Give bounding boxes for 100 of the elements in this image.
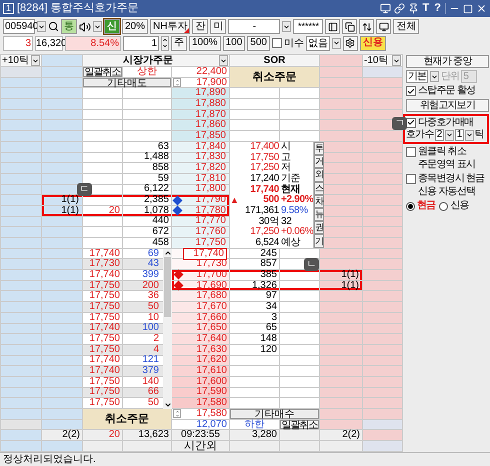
balance-button[interactable]: 잔 [192, 19, 208, 34]
ask-price[interactable]: 17,760 [195, 227, 226, 238]
settings-icon[interactable] [342, 36, 358, 50]
ask-price[interactable]: 17,780 [195, 206, 226, 216]
checkbox[interactable] [406, 118, 416, 128]
ask-price[interactable]: 17,890 [195, 88, 226, 98]
grid-cell [42, 312, 83, 324]
info-tab[interactable]: 권 [314, 221, 324, 234]
window-icon[interactable] [376, 19, 392, 34]
cancel-order-button[interactable]: 취소주문 [230, 67, 319, 88]
copy-icon[interactable] [342, 19, 358, 34]
risk-notice-button[interactable]: 위험고지보기 [406, 99, 489, 112]
bid-price[interactable]: 17,600 [196, 376, 227, 387]
bid-price[interactable]: 17,680 [196, 291, 227, 302]
scroll-down-icon[interactable] [164, 401, 172, 409]
bid-price[interactable]: 17,620 [196, 355, 227, 366]
cancel-order-button[interactable]: 취소주문 [83, 409, 171, 430]
pin-icon[interactable] [408, 3, 419, 14]
stock-toggle[interactable]: 통 [61, 19, 77, 34]
title-button[interactable]: T [422, 3, 430, 14]
checkbox[interactable] [272, 38, 282, 48]
bid-price[interactable]: 17,650 [196, 323, 227, 334]
scroll-up-icon[interactable] [164, 248, 172, 257]
ask-price[interactable]: 17,770 [195, 216, 226, 226]
bid-price[interactable]: 17,630 [196, 344, 227, 355]
info-tab[interactable]: 스 [314, 182, 324, 195]
sort-icon[interactable] [359, 19, 374, 34]
payment-radio[interactable]: 현금 [406, 201, 436, 211]
quantity-field[interactable]: 1 [123, 36, 159, 50]
quantity-preset-button[interactable]: 500 [247, 36, 270, 50]
grid-cell [363, 356, 403, 366]
ask-price[interactable]: 17,810 [195, 174, 226, 184]
bid-price[interactable]: 17,730 [196, 259, 227, 270]
checkbox[interactable] [406, 86, 416, 96]
close-icon[interactable] [476, 3, 487, 14]
cancel-all-button[interactable]: 일괄취소 [280, 420, 319, 430]
bid-price[interactable]: 17,660 [196, 312, 227, 323]
quote-count-select[interactable]: 2 [434, 129, 444, 141]
broker-button[interactable]: NH투자 [150, 19, 190, 34]
screen-icon[interactable] [380, 3, 391, 14]
tick-count-select[interactable]: 1 [454, 129, 464, 141]
ask-price[interactable]: 17,860 [195, 120, 226, 130]
ask-price[interactable]: 17,830 [195, 152, 226, 162]
info-tab[interactable]: 기 [314, 234, 324, 248]
stock-code-field[interactable]: 005940 [3, 19, 35, 34]
grid-cell [83, 152, 123, 164]
ask-price[interactable]: 17,820 [195, 163, 226, 174]
bid-price[interactable]: 17,610 [196, 366, 227, 376]
checkbox[interactable] [406, 147, 416, 157]
ask-price[interactable]: 17,790 [195, 195, 226, 206]
ask-price[interactable]: 17,840 [195, 142, 226, 152]
credit-toggle[interactable]: 신 [104, 19, 120, 34]
bid-price[interactable]: 17,670 [196, 302, 227, 312]
info-tab[interactable]: 차 [314, 194, 324, 208]
ask-price[interactable]: 17,800 [195, 184, 226, 194]
bid-price[interactable]: 17,590 [196, 387, 227, 398]
other-sell-button[interactable]: 기타매도 [83, 78, 171, 88]
price-input[interactable]: 17,580 [196, 408, 227, 419]
bid-price[interactable]: 17,640 [196, 334, 227, 344]
ask-price[interactable]: 17,870 [195, 110, 226, 120]
cancel-all-button[interactable]: 일괄취소 [83, 67, 122, 77]
bid-price[interactable]: 17,740 [183, 248, 227, 260]
condition-select[interactable]: 없음 [306, 36, 330, 50]
speaker-icon[interactable] [79, 20, 91, 32]
unit-button[interactable]: 주 [171, 36, 187, 50]
spinner-icon[interactable] [161, 36, 169, 50]
grid-cell [230, 356, 280, 366]
title-button[interactable]: ? [433, 3, 442, 14]
bid-price[interactable]: 17,700 [196, 270, 227, 280]
mode-select[interactable]: 기본 [406, 70, 428, 83]
account-select[interactable]: - [228, 19, 280, 34]
layout-icon[interactable] [325, 19, 340, 34]
link-icon[interactable] [394, 3, 405, 14]
password-field[interactable]: ****** [293, 19, 324, 34]
bid-price[interactable]: 17,690 [196, 280, 227, 291]
info-tab[interactable]: 외 [314, 168, 324, 182]
info-tab[interactable]: 거 [314, 155, 324, 168]
ask-price[interactable]: 17,880 [195, 98, 226, 109]
ask-price[interactable]: 17,750 [195, 238, 226, 248]
info-tab[interactable]: 뉴 [314, 208, 324, 222]
rate-button[interactable]: 20% [122, 19, 148, 34]
column-header: 시장가주문 [123, 56, 173, 66]
after-hours-button[interactable]: 시간외 [172, 441, 229, 451]
quantity-preset-button[interactable]: 100% [189, 36, 221, 50]
grid-cell [363, 366, 403, 377]
scrollbar[interactable] [163, 248, 172, 409]
other-buy-button[interactable]: 기타매수 [230, 409, 319, 419]
grid-cell [363, 78, 403, 88]
unfilled-button[interactable]: 미 [210, 19, 226, 34]
price-input[interactable]: 17,900 [196, 78, 227, 88]
all-button[interactable]: 전체 [393, 19, 420, 34]
search-icon[interactable] [48, 21, 59, 32]
maximize-icon[interactable] [463, 4, 473, 14]
payment-radio[interactable]: 신용 [439, 201, 469, 211]
info-tab[interactable]: 투 [314, 142, 324, 156]
checkbox[interactable] [406, 174, 416, 184]
ask-price[interactable]: 17,850 [195, 130, 226, 141]
quantity-preset-button[interactable]: 100 [222, 36, 246, 50]
center-price-button[interactable]: 현재가 중앙 [406, 55, 489, 68]
credit-button[interactable]: 신용 [360, 36, 386, 50]
